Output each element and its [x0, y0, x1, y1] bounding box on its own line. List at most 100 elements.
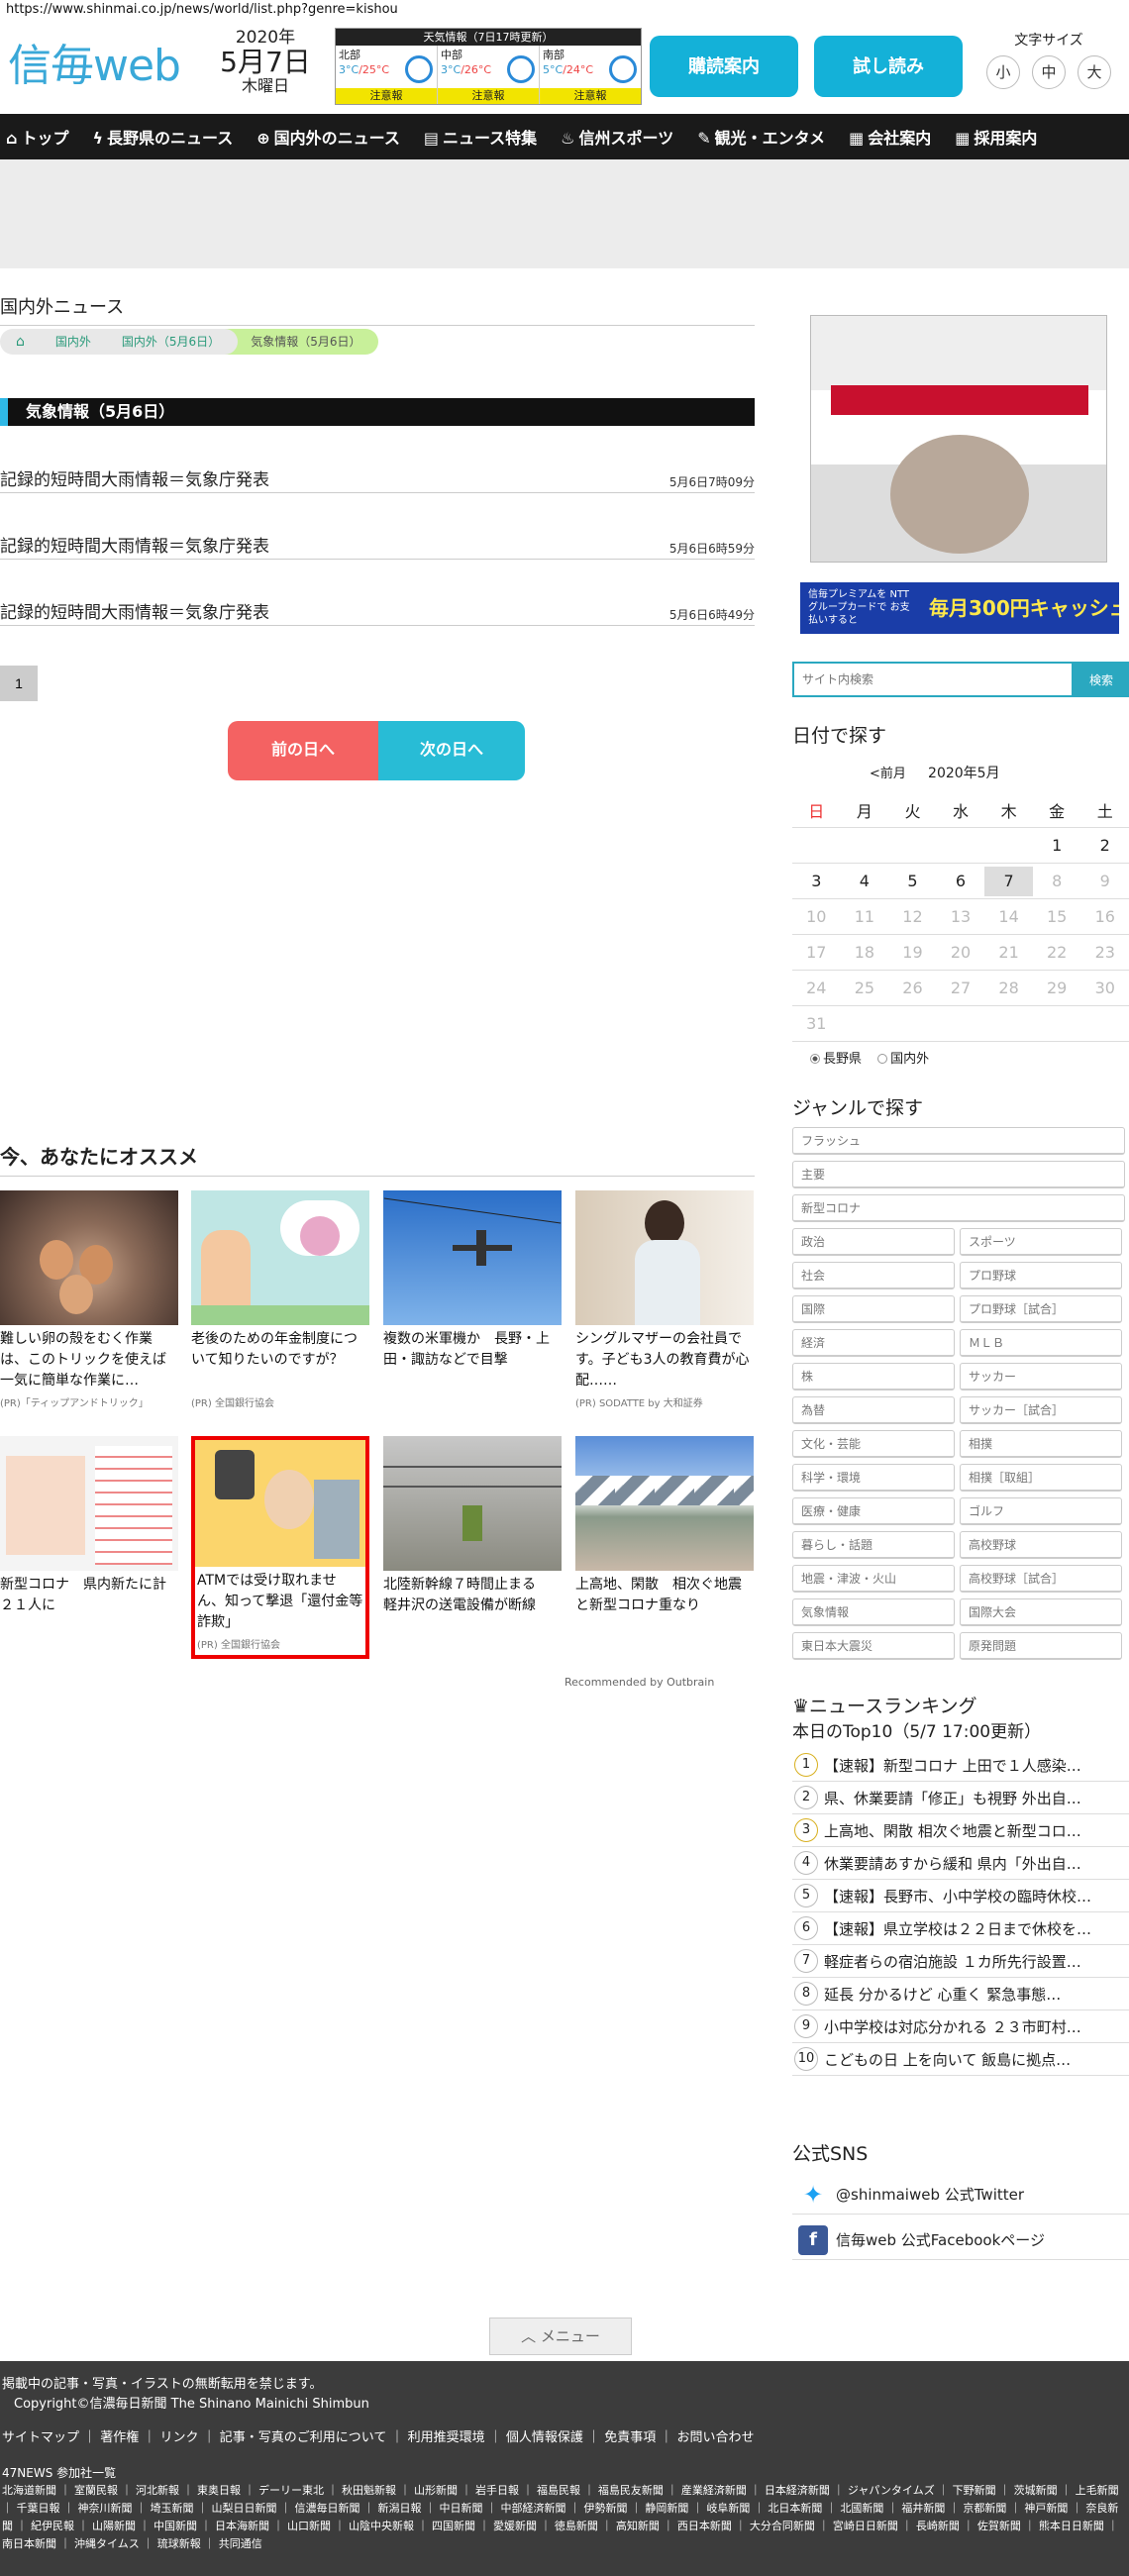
card-title[interactable]: 北陸新幹線７時間止まる 軽井沢の送電設備が断線	[383, 1575, 562, 1638]
twitter-link[interactable]: ✦ @shinmaiweb 公式Twitter	[792, 2175, 1129, 2215]
recommend-card[interactable]: 新型コロナ 県内新たに計２１人に	[0, 1436, 178, 1640]
font-size-large-button[interactable]: 大	[1078, 55, 1111, 89]
font-size-medium-button[interactable]: 中	[1032, 55, 1066, 89]
news-title[interactable]: 記録的短時間大雨情報＝気象庁発表	[0, 532, 269, 557]
genre-button[interactable]: 国際	[792, 1295, 955, 1323]
card-title[interactable]: 難しい卵の殻をむく作業は、このトリックを使えば一気に簡単な作業に…	[0, 1329, 178, 1392]
breadcrumb-item[interactable]: 国内外	[29, 329, 109, 355]
news-item[interactable]: 記録的短時間大雨情報＝気象庁発表 5月6日6時49分	[0, 592, 755, 626]
genre-button[interactable]: ＭＬＢ	[960, 1329, 1122, 1357]
prev-month-link[interactable]: <前月	[870, 767, 906, 781]
ranking-item[interactable]: 2 県、休業要請「修正」も視野 外出自…	[792, 1782, 1129, 1814]
card-title[interactable]: 老後のための年金制度について知りたいのですが？	[191, 1329, 369, 1392]
genre-button[interactable]: 新型コロナ	[792, 1194, 1125, 1222]
genre-button[interactable]: プロ野球［試合］	[960, 1295, 1122, 1323]
ranking-item[interactable]: 7 軽症者らの宿泊施設 １カ所先行設置…	[792, 1945, 1129, 1978]
calendar-day[interactable]: 4	[841, 872, 889, 890]
breadcrumb-item[interactable]: 国内外（5月6日）	[95, 329, 239, 355]
news-item[interactable]: 記録的短時間大雨情報＝気象庁発表 5月6日7時09分	[0, 460, 755, 493]
genre-button[interactable]: 株	[792, 1363, 955, 1391]
card-title[interactable]: シングルマザーの会社員です。子ども3人の教育費が心配……	[575, 1329, 754, 1392]
genre-button[interactable]: 地震・津波・火山	[792, 1565, 955, 1593]
genre-button[interactable]: 国際大会	[960, 1598, 1122, 1626]
nav-world-news[interactable]: ⊕ 国内外のニュース	[257, 125, 400, 149]
nav-features[interactable]: ▤ ニュース特集	[424, 125, 537, 149]
ranking-item[interactable]: 5 【速報】長野市、小中学校の臨時休校…	[792, 1880, 1129, 1912]
shinkansen-image[interactable]	[383, 1436, 562, 1571]
genre-button[interactable]: 為替	[792, 1396, 955, 1424]
genre-button[interactable]: 医療・健康	[792, 1497, 955, 1525]
footer-links[interactable]: サイトマップ ｜ 著作権 ｜ リンク ｜ 記事・写真のご利用について ｜ 利用推…	[2, 2426, 754, 2445]
card-title[interactable]: 新型コロナ 県内新たに計２１人に	[0, 1575, 178, 1638]
subscribe-button[interactable]: 購読案内	[650, 36, 798, 97]
mother-image[interactable]	[575, 1190, 754, 1325]
genre-button[interactable]: 経済	[792, 1329, 955, 1357]
site-logo[interactable]: 信毎web	[8, 30, 181, 93]
prev-day-button[interactable]: 前の日へ	[228, 721, 378, 780]
ranking-item[interactable]: 1 【速報】新型コロナ 上田で１人感染…	[792, 1749, 1129, 1782]
calendar-day[interactable]: 6	[937, 872, 985, 890]
nav-top[interactable]: ⌂ トップ	[6, 125, 68, 149]
nav-company[interactable]: ▦ 会社案内	[849, 125, 931, 149]
card-title[interactable]: 複数の米軍機か 長野・上田・諏訪などで目撃	[383, 1329, 562, 1392]
region-world-radio[interactable]: 国内外	[877, 1052, 929, 1067]
ranking-item[interactable]: 3 上高地、閑散 相次ぐ地震と新型コロ…	[792, 1814, 1129, 1847]
outbrain-credit[interactable]: Recommended by Outbrain	[564, 1676, 714, 1689]
ranking-item[interactable]: 10 こどもの日 上を向いて 飯島に拠点…	[792, 2043, 1129, 2076]
search-button[interactable]: 検索	[1074, 662, 1129, 697]
ranking-item[interactable]: 9 小中学校は対応分かれる ２３市町村…	[792, 2010, 1129, 2043]
nav-tourism[interactable]: ✎ 観光・エンタメ	[697, 125, 825, 149]
genre-button[interactable]: 政治	[792, 1228, 955, 1256]
genre-button[interactable]: 高校野球［試合］	[960, 1565, 1122, 1593]
recommend-card[interactable]: 難しい卵の殻をむく作業は、このトリックを使えば一気に簡単な作業に… (PR)「テ…	[0, 1190, 178, 1409]
covid-chart-image[interactable]	[0, 1436, 178, 1571]
page-number-button[interactable]: 1	[0, 666, 38, 701]
region-nagano-radio[interactable]: 長野県	[810, 1052, 862, 1067]
genre-button[interactable]: 原発問題	[960, 1632, 1122, 1660]
ranking-item[interactable]: 6 【速報】県立学校は２２日まで休校を…	[792, 1912, 1129, 1945]
ranking-item[interactable]: 8 延長 分かるけど 心重く 緊急事態…	[792, 1978, 1129, 2010]
footer-member-links[interactable]: 北海道新聞 ｜ 室蘭民報 ｜ 河北新報 ｜ 東奥日報 ｜ デーリー東北 ｜ 秋田…	[2, 2482, 1127, 2553]
news-title[interactable]: 記録的短時間大雨情報＝気象庁発表	[0, 598, 269, 623]
genre-button[interactable]: 高校野球	[960, 1531, 1122, 1559]
genre-button[interactable]: 相撲	[960, 1430, 1122, 1458]
genre-button[interactable]: 暮らし・話題	[792, 1531, 955, 1559]
next-day-button[interactable]: 次の日へ	[378, 721, 525, 780]
manga-ad[interactable]	[810, 315, 1107, 563]
calendar-day[interactable]: 3	[792, 872, 841, 890]
nav-nagano-news[interactable]: ϟ 長野県のニュース	[92, 125, 233, 149]
recommend-card[interactable]: 北陸新幹線７時間止まる 軽井沢の送電設備が断線	[383, 1436, 562, 1640]
genre-button[interactable]: 科学・環境	[792, 1464, 955, 1492]
weather-widget[interactable]: 天気情報（7日17時更新） 北部 3°C/25°C 注意報 中部 3°C/26°…	[335, 28, 642, 105]
genre-button[interactable]: サッカー［試合］	[960, 1396, 1122, 1424]
genre-button[interactable]: プロ野球	[960, 1262, 1122, 1289]
recommend-card[interactable]: 老後のための年金制度について知りたいのですが？ (PR) 全国銀行協会	[191, 1190, 369, 1409]
genre-button[interactable]: 東日本大震災	[792, 1632, 955, 1660]
recommend-card[interactable]: 複数の米軍機か 長野・上田・諏訪などで目撃	[383, 1190, 562, 1394]
news-item[interactable]: 記録的短時間大雨情報＝気象庁発表 5月6日6時59分	[0, 526, 755, 560]
genre-button[interactable]: サッカー	[960, 1363, 1122, 1391]
genre-button[interactable]: 社会	[792, 1262, 955, 1289]
news-title[interactable]: 記録的短時間大雨情報＝気象庁発表	[0, 465, 269, 490]
nav-sports[interactable]: ♨ 信州スポーツ	[561, 125, 673, 149]
card-title[interactable]: 上高地、閑散 相次ぐ地震と新型コロナ重なり	[575, 1575, 754, 1638]
genre-button[interactable]: 文化・芸能	[792, 1430, 955, 1458]
calendar-day[interactable]: 5	[888, 872, 937, 890]
font-size-small-button[interactable]: 小	[986, 55, 1020, 89]
search-input[interactable]	[792, 662, 1074, 697]
menu-button[interactable]: ︿ メニュー	[489, 2318, 632, 2355]
premium-banner[interactable]: 信毎プレミアムを NTTグループカードで お支払いすると 毎月300円キャッシュ…	[800, 582, 1119, 634]
genre-button[interactable]: 主要	[792, 1161, 1125, 1188]
eggs-image[interactable]	[0, 1190, 178, 1325]
card-title[interactable]: ATMでは受け取れません、知って撃退「還付金等詐欺」	[195, 1571, 365, 1634]
calendar-day-today[interactable]: 7	[984, 866, 1033, 896]
facebook-link[interactable]: f 信毎web 公式Facebookページ	[792, 2220, 1129, 2260]
ranking-item[interactable]: 4 休業要請あすから緩和 県内「外出自…	[792, 1847, 1129, 1880]
aircraft-image[interactable]	[383, 1190, 562, 1325]
genre-button[interactable]: ゴルフ	[960, 1497, 1122, 1525]
genre-button[interactable]: フラッシュ	[792, 1127, 1125, 1155]
nav-recruit[interactable]: ▦ 採用案内	[955, 125, 1037, 149]
trial-read-button[interactable]: 試し読み	[814, 36, 963, 97]
recommend-card[interactable]: シングルマザーの会社員です。子ども3人の教育費が心配…… (PR) SODATT…	[575, 1190, 754, 1409]
pension-illustration[interactable]	[191, 1190, 369, 1325]
